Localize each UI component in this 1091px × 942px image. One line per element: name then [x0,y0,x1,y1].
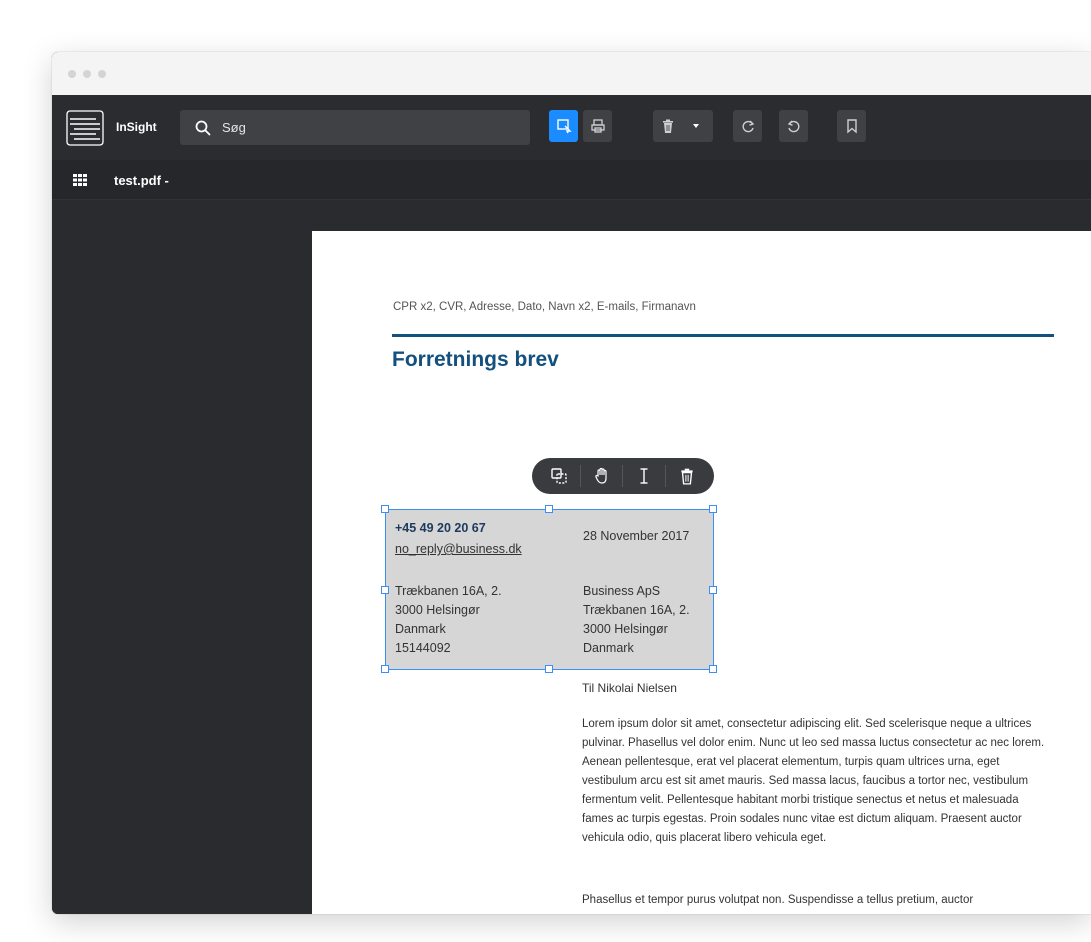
body-paragraph: Lorem ipsum dolor sit amet, consectetur … [582,718,1045,844]
main-toolbar: InSight [52,95,1091,160]
recipient-line: Danmark [583,641,634,655]
redaction-selection-box[interactable]: +45 49 20 20 67 no_reply@business.dk Træ… [381,505,717,673]
resize-handle-top-left[interactable] [381,505,389,513]
menu-separator [665,465,667,487]
search-input[interactable] [222,120,522,135]
resize-handle-left[interactable] [381,586,389,594]
redo-button[interactable] [733,110,762,142]
window-titlebar [52,52,1091,95]
file-bar: test.pdf - [52,160,1091,200]
grid-icon[interactable] [72,172,88,188]
select-area-icon [556,119,572,134]
trash-icon [663,119,673,133]
app-brand-name: InSight [116,120,157,134]
document-viewer[interactable]: CPR x2, CVR, Adresse, Dato, Navn x2, E-m… [52,200,1091,914]
delete-dropdown-button[interactable] [653,110,713,142]
search-bar[interactable] [180,110,530,145]
print-button[interactable] [583,110,612,142]
sender-phone: +45 49 20 20 67 [395,521,486,535]
insight-logo-icon [66,110,104,146]
resize-handle-right[interactable] [709,586,717,594]
document-meta-line: CPR x2, CVR, Adresse, Dato, Navn x2, E-m… [393,301,696,313]
resize-handle-top-right[interactable] [709,505,717,513]
resize-handle-bottom[interactable] [545,665,553,673]
sender-address-line: Danmark [395,622,446,636]
text-select-button[interactable] [631,463,657,489]
sender-address-line: Trækbanen 16A, 2. [395,584,502,598]
undo-button[interactable] [779,110,808,142]
letter-salutation: Til Nikolai Nielsen [582,681,677,695]
window-close-dot[interactable] [68,69,76,78]
recipient-line: Trækbanen 16A, 2. [583,603,690,617]
undo-icon [787,120,799,133]
recipient-line: Business ApS [583,584,661,598]
chevron-down-icon [693,124,699,128]
resize-handle-bottom-right[interactable] [709,665,717,673]
copy-icon [551,468,567,484]
delete-selection-button[interactable] [674,463,700,489]
window-minimize-dot[interactable] [83,69,91,78]
sender-cvr: 15144092 [395,641,451,655]
select-area-button[interactable] [549,110,578,142]
body-paragraph: Phasellus et tempor purus volutpat non. … [582,894,974,906]
document-title: Forretnings brev [392,348,559,371]
bookmark-button[interactable] [837,110,866,142]
menu-separator [579,465,581,487]
redo-icon [742,120,754,133]
pan-button[interactable] [589,463,615,489]
resize-handle-top[interactable] [545,505,553,513]
print-icon [590,119,605,133]
heading-rule [392,334,1054,337]
resize-handle-bottom-left[interactable] [381,665,389,673]
text-cursor-icon [640,468,648,484]
letter-date: 28 November 2017 [583,529,690,543]
hand-icon [594,467,607,484]
file-name: test.pdf - [114,173,169,188]
copy-button[interactable] [546,463,572,489]
search-icon [195,120,211,135]
menu-separator [622,465,624,487]
bookmark-icon [846,119,857,134]
sender-email[interactable]: no_reply@business.dk [395,540,522,559]
recipient-line: 3000 Helsingør [583,622,668,636]
app-window: InSight Søg test.pdf - CPR x2, CVR, Adre… [52,52,1091,914]
selection-context-menu [532,458,714,494]
pdf-page[interactable]: CPR x2, CVR, Adresse, Dato, Navn x2, E-m… [312,231,1091,914]
window-maximize-dot[interactable] [98,69,106,78]
trash-icon [681,468,693,485]
sender-address-line: 3000 Helsingør [395,603,480,617]
